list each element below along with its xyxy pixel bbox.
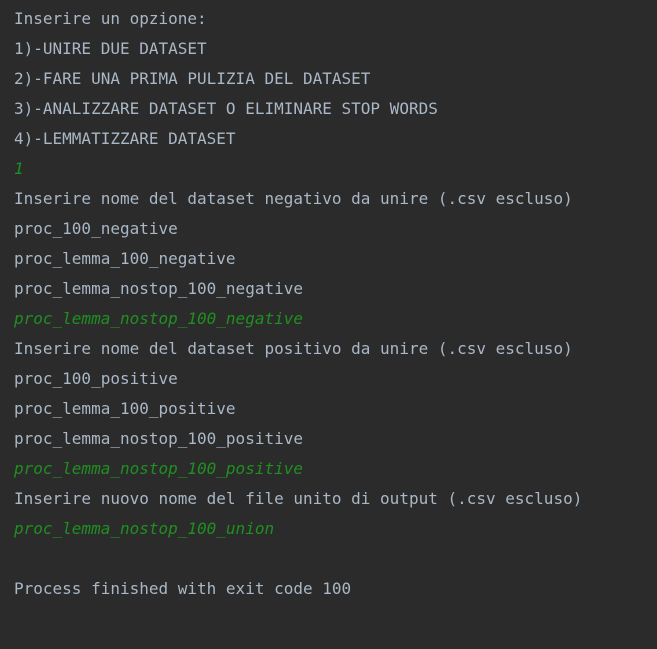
user-input-negative-dataset: proc_lemma_nostop_100_negative: [14, 309, 303, 328]
user-input-option: 1: [14, 159, 24, 178]
positive-dataset-list-item: proc_lemma_nostop_100_positive: [14, 429, 303, 448]
menu-option-2: 2)-FARE UNA PRIMA PULIZIA DEL DATASET: [14, 69, 371, 88]
menu-option-4: 4)-LEMMATIZZARE DATASET: [14, 129, 236, 148]
negative-dataset-list-item: proc_lemma_nostop_100_negative: [14, 279, 303, 298]
prompt-choose-option: Inserire un opzione:: [14, 9, 207, 28]
user-input-output-file-name: proc_lemma_nostop_100_union: [14, 519, 275, 538]
run-console-output[interactable]: Inserire un opzione: 1)-UNIRE DUE DATASE…: [0, 0, 657, 649]
positive-dataset-list-item: proc_100_positive: [14, 369, 178, 388]
positive-dataset-list-item: proc_lemma_100_positive: [14, 399, 236, 418]
process-exit-message: Process finished with exit code 100: [14, 579, 352, 598]
prompt-output-file-name: Inserire nuovo nome del file unito di ou…: [14, 489, 583, 508]
negative-dataset-list-item: proc_lemma_100_negative: [14, 249, 236, 268]
negative-dataset-list-item: proc_100_negative: [14, 219, 178, 238]
menu-option-3: 3)-ANALIZZARE DATASET O ELIMINARE STOP W…: [14, 99, 438, 118]
prompt-positive-dataset: Inserire nome del dataset positivo da un…: [14, 339, 573, 358]
user-input-positive-dataset: proc_lemma_nostop_100_positive: [14, 459, 303, 478]
menu-option-1: 1)-UNIRE DUE DATASET: [14, 39, 207, 58]
prompt-negative-dataset: Inserire nome del dataset negativo da un…: [14, 189, 573, 208]
